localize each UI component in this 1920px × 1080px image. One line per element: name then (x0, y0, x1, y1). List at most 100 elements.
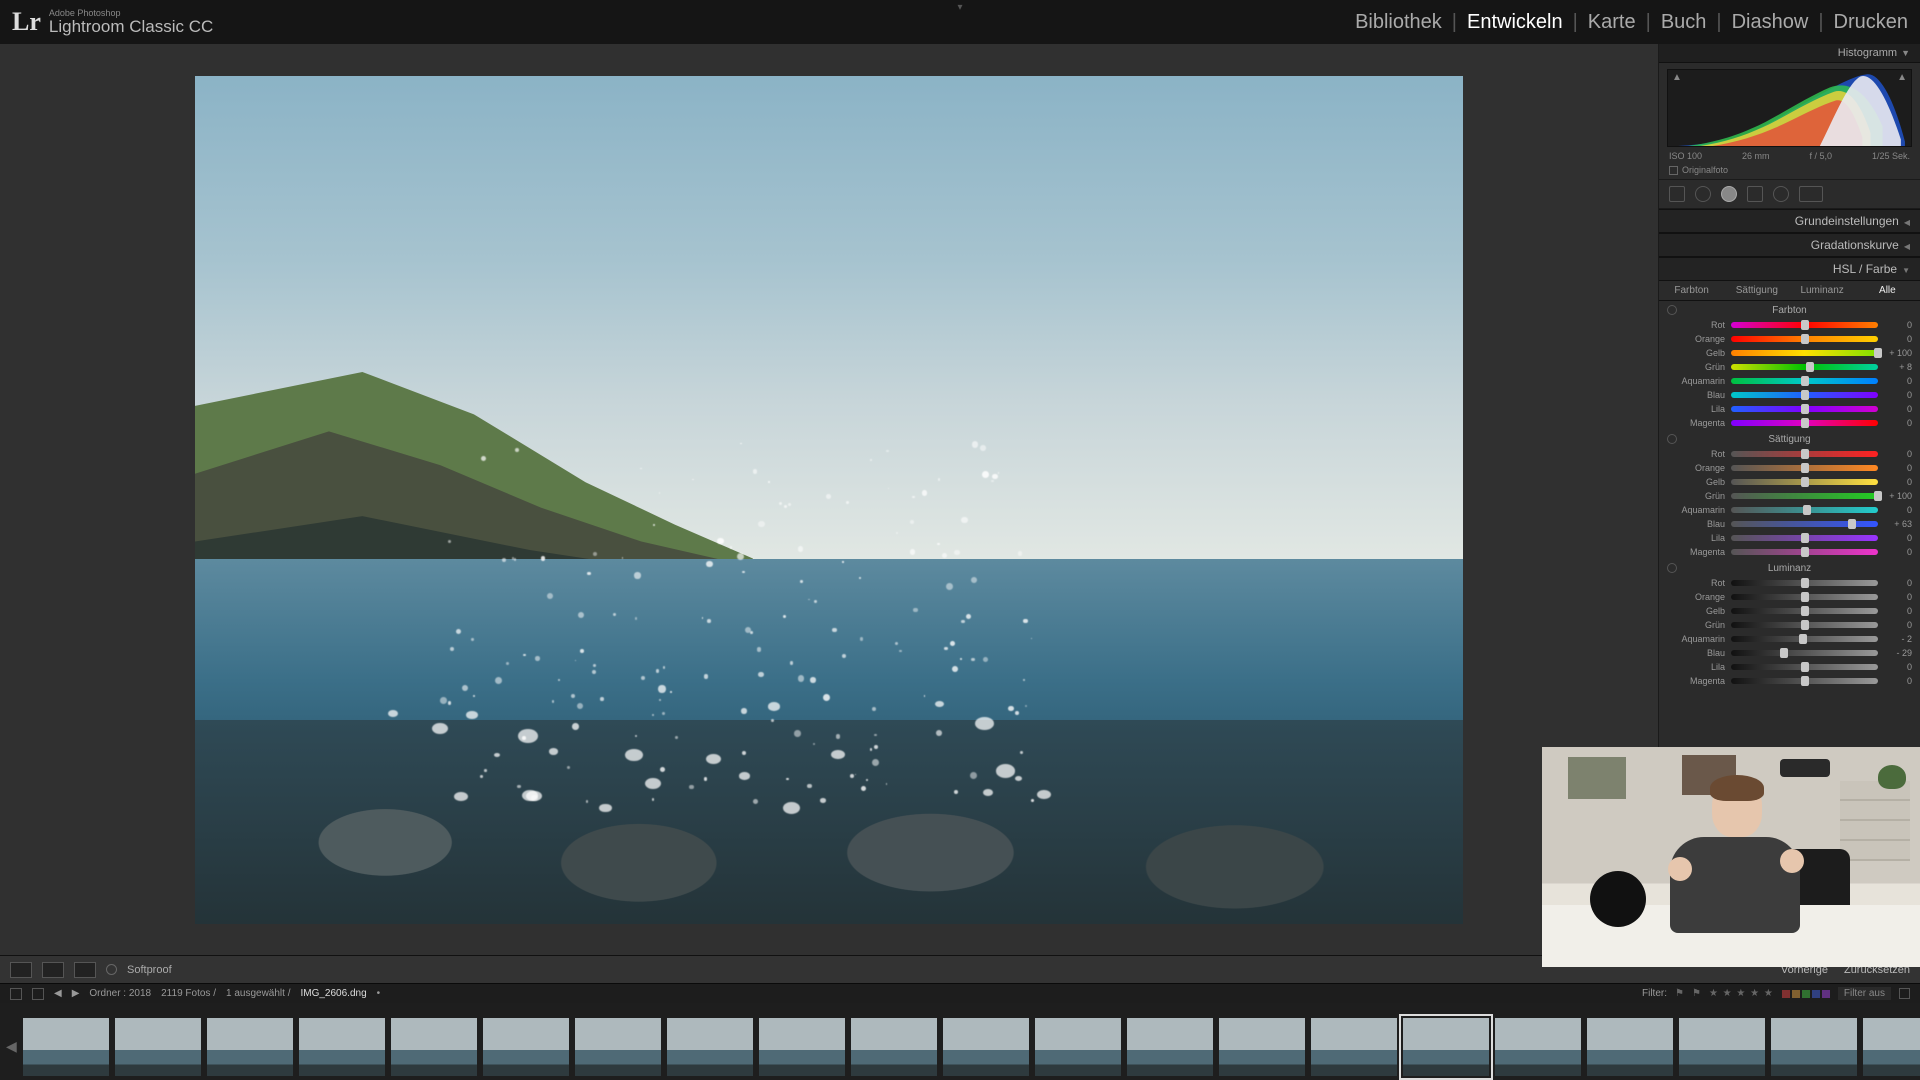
hsl-tab-farbton[interactable]: Farbton (1659, 281, 1724, 300)
section-hsl[interactable]: HSL / Farbe▼ (1659, 257, 1920, 281)
slider-track[interactable] (1731, 507, 1878, 513)
slider-luminanz-magenta[interactable]: Magenta0 (1659, 674, 1920, 688)
original-toggle[interactable]: Originalfoto (1659, 163, 1920, 180)
photo-preview[interactable] (195, 76, 1463, 924)
slider-track[interactable] (1731, 608, 1878, 614)
slider-sättigung-orange[interactable]: Orange0 (1659, 461, 1920, 475)
module-bibliothek[interactable]: Bibliothek (1355, 11, 1442, 34)
slider-track[interactable] (1731, 322, 1878, 328)
slider-luminanz-blau[interactable]: Blau- 29 (1659, 646, 1920, 660)
hsl-tab-luminanz[interactable]: Luminanz (1790, 281, 1855, 300)
slider-luminanz-grün[interactable]: Grün0 (1659, 618, 1920, 632)
radial-tool-icon[interactable] (1773, 186, 1789, 202)
nav-fwd-icon[interactable]: ▶ (72, 988, 80, 999)
slider-track[interactable] (1731, 420, 1878, 426)
section-basic[interactable]: Grundeinstellungen◀ (1659, 209, 1920, 233)
hsl-tab-sättigung[interactable]: Sättigung (1724, 281, 1789, 300)
filmstrip-thumb[interactable] (1035, 1018, 1121, 1076)
filmstrip-thumb[interactable] (391, 1018, 477, 1076)
spot-tool-icon[interactable] (1695, 186, 1711, 202)
slider-track[interactable] (1731, 465, 1878, 471)
module-karte[interactable]: Karte (1588, 11, 1636, 34)
slider-track[interactable] (1731, 594, 1878, 600)
slider-track[interactable] (1731, 622, 1878, 628)
view-compare-icon[interactable] (42, 962, 64, 978)
clip-shadows-icon[interactable]: ▲ (1672, 72, 1682, 83)
slider-farbton-orange[interactable]: Orange0 (1659, 332, 1920, 346)
slider-track[interactable] (1731, 521, 1878, 527)
filmstrip-thumb[interactable] (575, 1018, 661, 1076)
slider-track[interactable] (1731, 479, 1878, 485)
filmstrip-thumb[interactable] (851, 1018, 937, 1076)
filmstrip-thumb[interactable] (1587, 1018, 1673, 1076)
module-entwickeln[interactable]: Entwickeln (1467, 11, 1563, 34)
slider-farbton-rot[interactable]: Rot0 (1659, 318, 1920, 332)
slider-luminanz-lila[interactable]: Lila0 (1659, 660, 1920, 674)
slider-farbton-magenta[interactable]: Magenta0 (1659, 416, 1920, 430)
filmstrip-thumb[interactable] (1219, 1018, 1305, 1076)
view-before-after-icon[interactable] (74, 962, 96, 978)
filmstrip-thumb[interactable] (667, 1018, 753, 1076)
lock-icon[interactable] (1899, 988, 1910, 999)
slider-farbton-gelb[interactable]: Gelb+ 100 (1659, 346, 1920, 360)
filmstrip-thumb[interactable] (1771, 1018, 1857, 1076)
slider-sättigung-grün[interactable]: Grün+ 100 (1659, 489, 1920, 503)
slider-sättigung-gelb[interactable]: Gelb0 (1659, 475, 1920, 489)
slider-sättigung-aquamarin[interactable]: Aquamarin0 (1659, 503, 1920, 517)
slider-farbton-blau[interactable]: Blau0 (1659, 388, 1920, 402)
slider-track[interactable] (1731, 549, 1878, 555)
filmstrip-thumb[interactable] (207, 1018, 293, 1076)
grid-icon[interactable] (32, 988, 44, 1000)
module-buch[interactable]: Buch (1661, 11, 1707, 34)
slider-track[interactable] (1731, 678, 1878, 684)
filmstrip-thumb[interactable] (1495, 1018, 1581, 1076)
slider-farbton-grün[interactable]: Grün+ 8 (1659, 360, 1920, 374)
slider-sättigung-blau[interactable]: Blau+ 63 (1659, 517, 1920, 531)
softproof-checkbox[interactable] (106, 964, 117, 975)
rating-filter[interactable]: ★ ★ ★ ★ ★ (1709, 988, 1774, 999)
slider-track[interactable] (1731, 664, 1878, 670)
slider-track[interactable] (1731, 392, 1878, 398)
grad-tool-icon[interactable] (1747, 186, 1763, 202)
filmstrip-thumb[interactable] (759, 1018, 845, 1076)
slider-luminanz-gelb[interactable]: Gelb0 (1659, 604, 1920, 618)
clip-highlights-icon[interactable]: ▲ (1897, 72, 1907, 83)
slider-sättigung-lila[interactable]: Lila0 (1659, 531, 1920, 545)
filmstrip-thumb[interactable] (23, 1018, 109, 1076)
slider-track[interactable] (1731, 364, 1878, 370)
filmstrip-thumb[interactable] (1863, 1018, 1920, 1076)
color-filter-icon[interactable] (1782, 990, 1830, 998)
view-single-icon[interactable] (10, 962, 32, 978)
filmstrip-thumb[interactable] (115, 1018, 201, 1076)
checkbox-icon[interactable] (1669, 166, 1678, 175)
slider-luminanz-aquamarin[interactable]: Aquamarin- 2 (1659, 632, 1920, 646)
slider-farbton-aquamarin[interactable]: Aquamarin0 (1659, 374, 1920, 388)
target-adjust-icon[interactable] (1667, 305, 1677, 315)
slider-track[interactable] (1731, 406, 1878, 412)
section-curve[interactable]: Gradationskurve◀ (1659, 233, 1920, 257)
slider-luminanz-rot[interactable]: Rot0 (1659, 576, 1920, 590)
module-drucken[interactable]: Drucken (1834, 11, 1908, 34)
histogram[interactable]: ▲ ▲ (1667, 69, 1912, 147)
slider-track[interactable] (1731, 451, 1878, 457)
flag-reject-icon[interactable]: ⚑ (1692, 988, 1701, 999)
slider-farbton-lila[interactable]: Lila0 (1659, 402, 1920, 416)
nav-back-icon[interactable]: ◀ (54, 988, 62, 999)
filmstrip-thumb[interactable] (1127, 1018, 1213, 1076)
slider-sättigung-magenta[interactable]: Magenta0 (1659, 545, 1920, 559)
slider-track[interactable] (1731, 336, 1878, 342)
filmstrip-prev-icon[interactable]: ◀ (6, 1017, 17, 1077)
filmstrip-thumb[interactable] (943, 1018, 1029, 1076)
target-adjust-icon[interactable] (1667, 434, 1677, 444)
filmstrip-thumb[interactable] (483, 1018, 569, 1076)
slider-sättigung-rot[interactable]: Rot0 (1659, 447, 1920, 461)
brush-tool-icon[interactable] (1799, 186, 1823, 202)
filmstrip-thumb[interactable] (1403, 1018, 1489, 1076)
slider-track[interactable] (1731, 493, 1878, 499)
slider-track[interactable] (1731, 580, 1878, 586)
slider-luminanz-orange[interactable]: Orange0 (1659, 590, 1920, 604)
second-window-icon[interactable] (10, 988, 22, 1000)
filter-off-button[interactable]: Filter aus (1838, 987, 1891, 1000)
crop-tool-icon[interactable] (1669, 186, 1685, 202)
target-adjust-icon[interactable] (1667, 563, 1677, 573)
